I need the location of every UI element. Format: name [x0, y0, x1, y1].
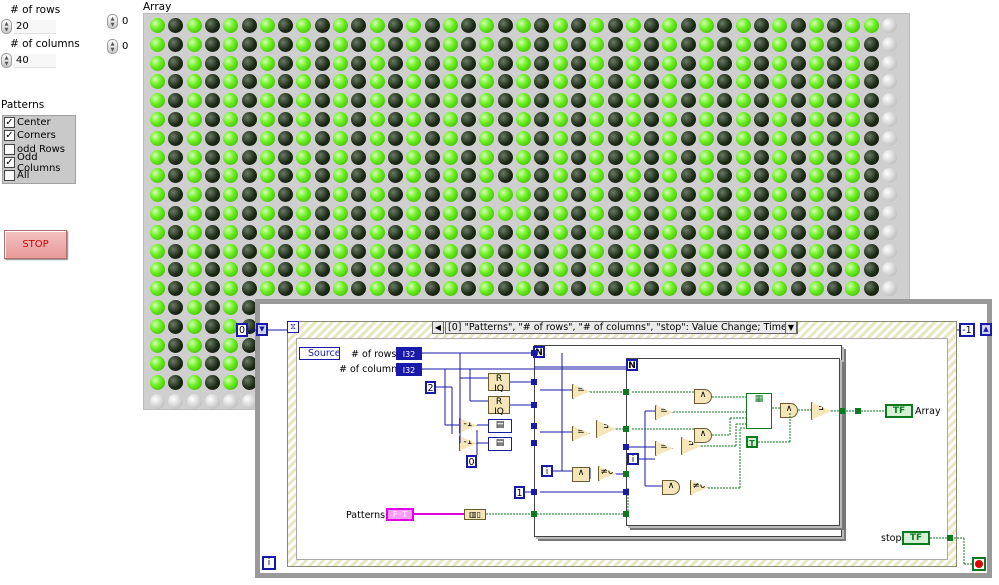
block-diagram-wires [249, 329, 972, 565]
tunnel [623, 444, 629, 450]
tunnel [531, 379, 537, 385]
tunnel [531, 402, 537, 408]
tunnel [531, 511, 537, 517]
tunnel [531, 489, 537, 495]
tunnel [839, 408, 845, 414]
tunnel [623, 489, 629, 495]
tunnel [623, 389, 629, 395]
tunnel [531, 350, 537, 356]
tunnel [623, 511, 629, 517]
tunnel [623, 471, 629, 477]
tunnel [947, 535, 953, 541]
tunnel [531, 440, 537, 446]
tunnel [531, 423, 537, 429]
tunnel [623, 426, 629, 432]
tunnel [855, 408, 861, 414]
